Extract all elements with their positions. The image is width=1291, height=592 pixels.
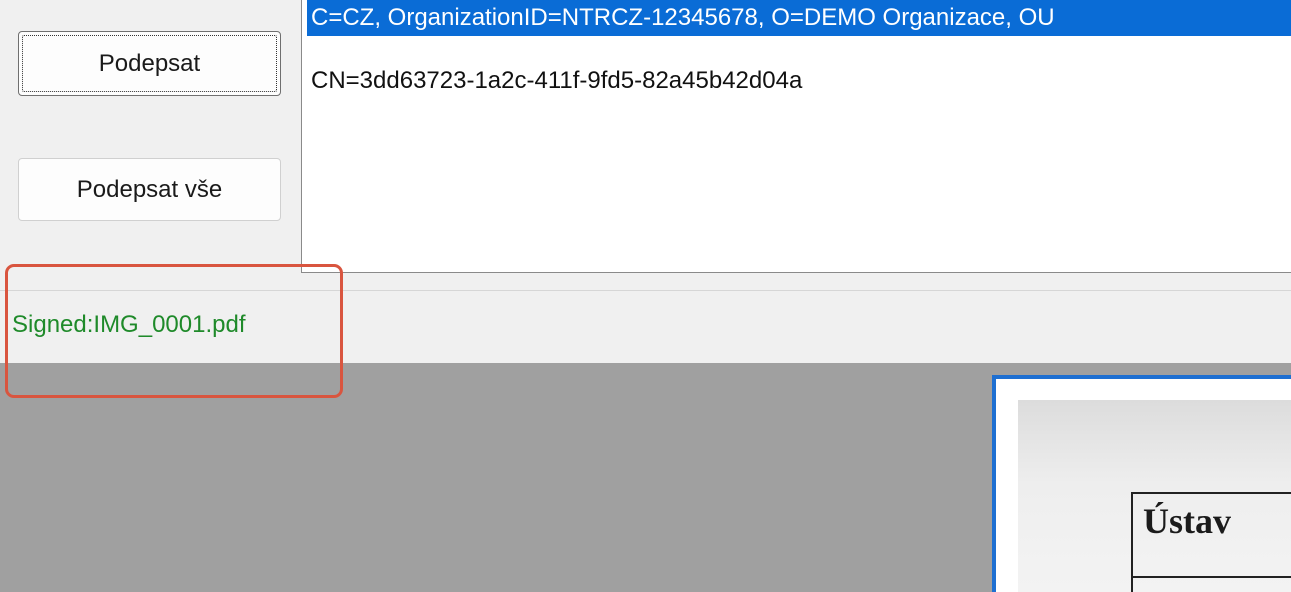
- certificate-list[interactable]: C=CZ, OrganizationID=NTRCZ-12345678, O=D…: [301, 0, 1291, 273]
- sign-all-button[interactable]: Podepsat vše: [18, 158, 281, 221]
- certificate-subject-line: C=CZ, OrganizationID=NTRCZ-12345678, O=D…: [311, 4, 1055, 31]
- status-text: Signed:IMG_0001.pdf: [12, 311, 246, 338]
- signing-window: Podepsat Podepsat vše C=CZ, Organization…: [0, 0, 1291, 592]
- certificate-subject-line: CN=3dd63723-1a2c-411f-9fd5-82a45b42d04a: [311, 67, 803, 94]
- certificate-item-selected[interactable]: C=CZ, OrganizationID=NTRCZ-12345678, O=D…: [307, 0, 1291, 36]
- table-rule: [1131, 576, 1291, 578]
- document-heading: Ústav: [1143, 501, 1231, 541]
- sign-all-button-label: Podepsat vše: [76, 175, 223, 203]
- sign-button-label: Podepsat: [98, 49, 201, 77]
- certificate-item[interactable]: CN=3dd63723-1a2c-411f-9fd5-82a45b42d04a: [309, 64, 806, 100]
- sign-button[interactable]: Podepsat: [18, 31, 281, 96]
